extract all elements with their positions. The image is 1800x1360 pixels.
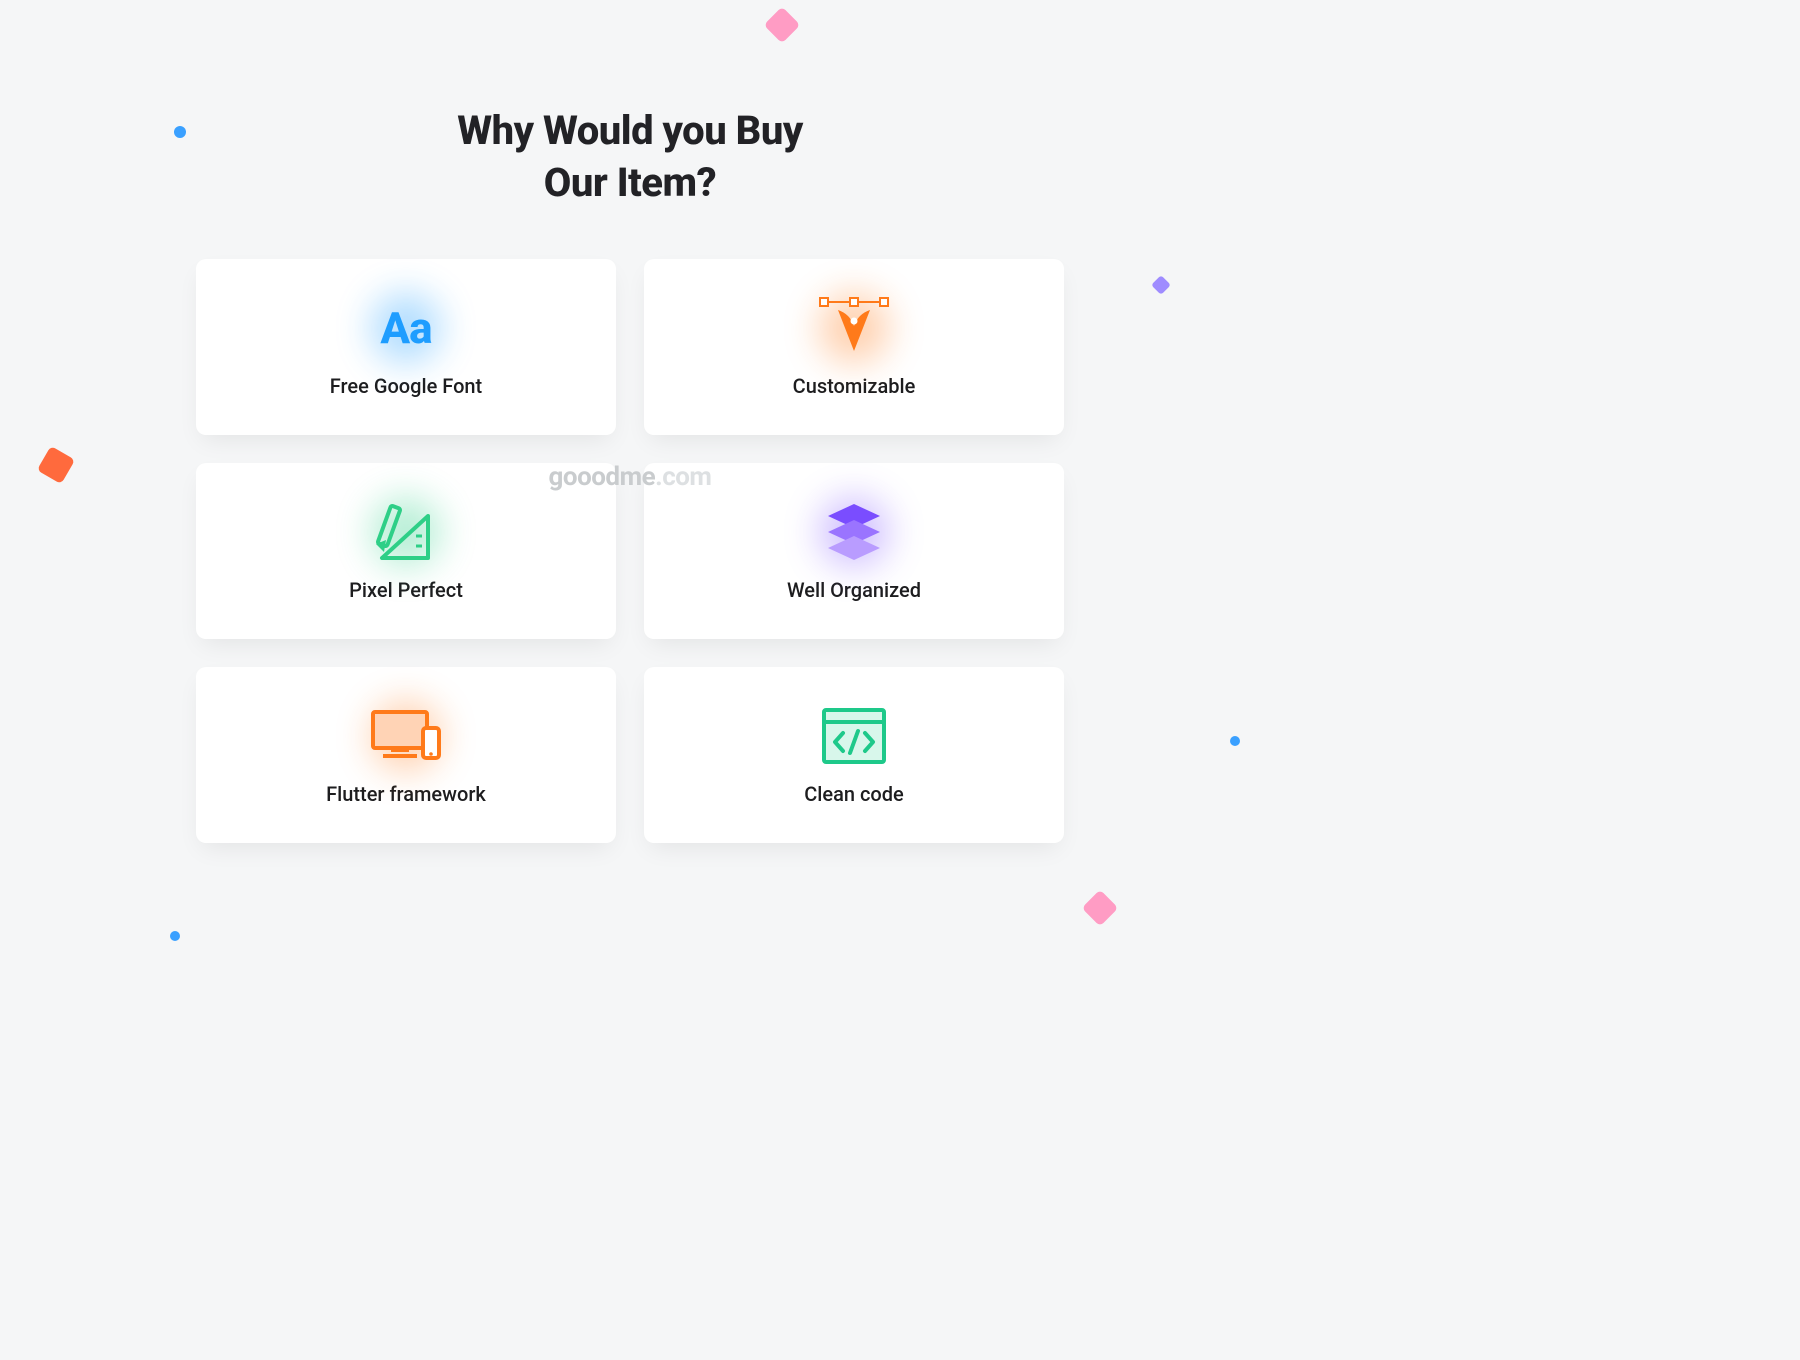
feature-card-customizable: Customizable	[644, 259, 1064, 435]
pen-tool-icon	[818, 296, 890, 360]
pencil-ruler-icon	[370, 500, 442, 564]
heading-line-1: Why Would you Buy	[457, 107, 803, 154]
feature-card-google-font: Aa Free Google Font	[196, 259, 616, 435]
code-window-icon	[821, 704, 887, 768]
feature-title: Free Google Font	[330, 374, 482, 398]
feature-grid: Aa Free Google Font Customizable	[196, 259, 1064, 843]
confetti-blue	[174, 126, 186, 138]
feature-title: Pixel Perfect	[349, 578, 463, 602]
aa-icon: Aa	[380, 296, 431, 360]
confetti-blue	[170, 931, 180, 941]
feature-card-well-organized: Well Organized	[644, 463, 1064, 639]
confetti-orange	[37, 446, 75, 484]
feature-card-clean-code: Clean code	[644, 667, 1064, 843]
confetti-pink	[1082, 890, 1119, 927]
section-title: Why Would you Buy Our Item?	[0, 0, 1260, 209]
feature-title: Well Organized	[787, 578, 921, 602]
layers-icon	[822, 500, 886, 564]
heading-line-2: Our Item?	[544, 159, 716, 206]
feature-title: Clean code	[804, 782, 904, 806]
feature-title: Customizable	[793, 374, 916, 398]
feature-card-pixel-perfect: Pixel Perfect	[196, 463, 616, 639]
feature-card-flutter-framework: Flutter framework	[196, 667, 616, 843]
confetti-purple	[1151, 275, 1171, 295]
confetti-blue	[1230, 736, 1240, 746]
feature-title: Flutter framework	[326, 782, 486, 806]
devices-icon	[367, 704, 445, 768]
